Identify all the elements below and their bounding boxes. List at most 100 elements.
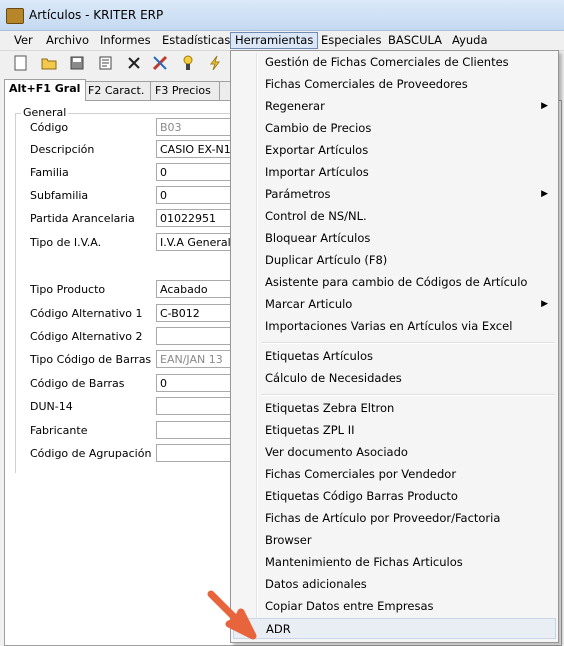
delete-icon[interactable] bbox=[125, 54, 143, 72]
menu-item-mantenimiento-fichas[interactable]: Mantenimiento de Fichas Articulos bbox=[233, 552, 556, 573]
title-bar: Artículos - KRITER ERP bbox=[0, 0, 564, 31]
tab-precios[interactable]: F3 Precios bbox=[150, 81, 222, 100]
input-descripcion[interactable]: CASIO EX-N1 I bbox=[156, 140, 236, 158]
menu-item-label: Etiquetas Código Barras Producto bbox=[265, 489, 458, 503]
menu-separator bbox=[261, 394, 555, 396]
menu-item-datos-adicionales[interactable]: Datos adicionales bbox=[233, 574, 556, 595]
group-title: General bbox=[21, 106, 69, 119]
menu-item-label: Fichas Comerciales de Proveedores bbox=[265, 77, 468, 91]
menu-archivo[interactable]: Archivo bbox=[42, 33, 93, 48]
input-subfamilia[interactable]: 0 bbox=[156, 186, 236, 204]
lightning-icon[interactable] bbox=[206, 54, 224, 72]
label-codigo: Código bbox=[30, 121, 69, 134]
menu-item-label: Importaciones Varias en Artículos via Ex… bbox=[265, 319, 513, 333]
menu-item-label: Control de NS/NL. bbox=[265, 209, 367, 223]
label-codigo-alternativo-1: Código Alternativo 1 bbox=[30, 307, 143, 320]
input-codigo-alternativo-2[interactable] bbox=[156, 327, 236, 345]
menu-item-fichas-clientes[interactable]: Gestión de Fichas Comerciales de Cliente… bbox=[233, 52, 556, 73]
menu-item-label: Datos adicionales bbox=[265, 577, 367, 591]
menu-item-label: Duplicar Artículo (F8) bbox=[265, 253, 388, 267]
menu-item-exportar-articulos[interactable]: Exportar Artículos bbox=[233, 140, 556, 161]
submenu-arrow-icon: ▶ bbox=[541, 101, 548, 111]
menu-estadisticas[interactable]: Estadísticas bbox=[158, 33, 234, 48]
menu-item-bloquear-articulos[interactable]: Bloquear Artículos bbox=[233, 228, 556, 249]
menu-herramientas[interactable]: Herramientas bbox=[230, 32, 319, 49]
submenu-arrow-icon: ▶ bbox=[541, 299, 548, 309]
menu-separator bbox=[261, 342, 555, 344]
menu-item-cambio-precios[interactable]: Cambio de Precios bbox=[233, 118, 556, 139]
group-border-left bbox=[15, 113, 17, 473]
menu-item-label: Parámetros bbox=[265, 187, 331, 201]
label-partida-arancelaria: Partida Arancelaria bbox=[30, 212, 135, 225]
wizard-icon[interactable] bbox=[179, 54, 197, 72]
menu-item-etiquetas-zebra[interactable]: Etiquetas Zebra Eltron bbox=[233, 398, 556, 419]
app-box-icon bbox=[6, 8, 24, 24]
menu-item-ver-documento[interactable]: Ver documento Asociado bbox=[233, 442, 556, 463]
label-tipo-codigo-barras: Tipo Código de Barras bbox=[30, 353, 152, 366]
menu-item-regenerar[interactable]: Regenerar ▶ bbox=[233, 96, 556, 117]
menu-item-browser[interactable]: Browser bbox=[233, 530, 556, 551]
menu-item-label: Bloquear Artículos bbox=[265, 231, 371, 245]
menu-item-calculo-necesidades[interactable]: Cálculo de Necesidades bbox=[233, 368, 556, 389]
input-familia[interactable]: 0 bbox=[156, 163, 236, 181]
menu-item-label: Browser bbox=[265, 533, 312, 547]
menu-item-parametros[interactable]: Parámetros ▶ bbox=[233, 184, 556, 205]
label-tipo-producto: Tipo Producto bbox=[30, 283, 106, 296]
input-dun-14[interactable] bbox=[156, 397, 236, 415]
select-tipo-iva[interactable]: I.V.A General 2 bbox=[156, 233, 236, 251]
input-codigo-agrupacion[interactable] bbox=[156, 444, 236, 462]
menu-item-fichas-proveedores[interactable]: Fichas Comerciales de Proveedores bbox=[233, 74, 556, 95]
label-descripcion: Descripción bbox=[30, 143, 95, 156]
submenu-arrow-icon: ▶ bbox=[541, 189, 548, 199]
menu-especiales[interactable]: Especiales bbox=[317, 33, 385, 48]
menu-bascula[interactable]: BASCULA bbox=[384, 33, 446, 48]
select-tipo-producto[interactable]: Acabado bbox=[156, 280, 236, 298]
menu-item-marcar-articulo[interactable]: Marcar Articulo ▶ bbox=[233, 294, 556, 315]
menu-item-fichas-proveedor-factoria[interactable]: Fichas de Artículo por Proveedor/Factori… bbox=[233, 508, 556, 529]
label-tipo-iva: Tipo de I.V.A. bbox=[30, 236, 102, 249]
menu-item-label: Marcar Articulo bbox=[265, 297, 353, 311]
new-document-icon[interactable] bbox=[12, 54, 30, 72]
menu-ayuda[interactable]: Ayuda bbox=[448, 33, 492, 48]
label-dun-14: DUN-14 bbox=[30, 400, 73, 413]
menu-ver[interactable]: Ver bbox=[10, 33, 37, 48]
menu-item-duplicar-articulo[interactable]: Duplicar Artículo (F8) bbox=[233, 250, 556, 271]
pointer-arrow-icon bbox=[207, 590, 257, 640]
menu-item-etiquetas-codigo-barras[interactable]: Etiquetas Código Barras Producto bbox=[233, 486, 556, 507]
input-codigo-alternativo-1[interactable]: C-B012 bbox=[156, 304, 236, 322]
edit-form-icon[interactable] bbox=[97, 54, 115, 72]
menu-item-label: Cambio de Precios bbox=[265, 121, 372, 135]
input-fabricante[interactable] bbox=[156, 421, 236, 439]
menu-item-importar-articulos[interactable]: Importar Artículos bbox=[233, 162, 556, 183]
menu-item-label: Fichas Comerciales por Vendedor bbox=[265, 467, 457, 481]
save-icon[interactable] bbox=[68, 54, 86, 72]
label-familia: Familia bbox=[30, 166, 69, 179]
menu-item-asistente-cambio-codigos[interactable]: Asistente para cambio de Códigos de Artí… bbox=[233, 272, 556, 293]
label-subfamilia: Subfamilia bbox=[30, 189, 89, 202]
tab-caracteristicas[interactable]: F2 Caract. bbox=[83, 81, 153, 100]
menu-informes[interactable]: Informes bbox=[96, 33, 155, 48]
menu-item-label: Etiquetas Zebra Eltron bbox=[265, 401, 395, 415]
open-folder-icon[interactable] bbox=[40, 54, 58, 72]
menu-item-label: Etiquetas Artículos bbox=[265, 349, 373, 363]
menu-item-adr[interactable]: ADR bbox=[233, 618, 556, 639]
input-partida-arancelaria[interactable]: 01022951 bbox=[156, 209, 236, 227]
menu-item-control-ns-nl[interactable]: Control de NS/NL. bbox=[233, 206, 556, 227]
menu-item-importaciones-excel[interactable]: Importaciones Varias en Artículos via Ex… bbox=[233, 316, 556, 337]
input-codigo-barras[interactable]: 0 bbox=[156, 374, 236, 392]
input-codigo[interactable]: B03 bbox=[156, 118, 236, 136]
menu-item-etiquetas-zpl[interactable]: Etiquetas ZPL II bbox=[233, 420, 556, 441]
menu-item-etiquetas-articulos[interactable]: Etiquetas Artículos bbox=[233, 346, 556, 367]
select-tipo-codigo-barras[interactable]: EAN/JAN 13 bbox=[156, 350, 236, 368]
menu-item-label: Regenerar bbox=[265, 99, 325, 113]
menu-item-fichas-vendedor[interactable]: Fichas Comerciales por Vendedor bbox=[233, 464, 556, 485]
tab-general[interactable]: Alt+F1 Gral bbox=[4, 79, 86, 101]
tools-icon[interactable] bbox=[151, 54, 169, 72]
menu-item-copiar-datos-empresas[interactable]: Copiar Datos entre Empresas bbox=[233, 596, 556, 617]
menu-item-label: Etiquetas ZPL II bbox=[265, 423, 355, 437]
menu-item-label: Gestión de Fichas Comerciales de Cliente… bbox=[265, 55, 509, 69]
window-title: Artículos - KRITER ERP bbox=[29, 8, 164, 22]
menu-item-label: Mantenimiento de Fichas Articulos bbox=[265, 555, 463, 569]
menu-bar: Ver Archivo Informes Estadísticas Herram… bbox=[0, 31, 564, 51]
menu-item-label: Cálculo de Necesidades bbox=[265, 371, 402, 385]
